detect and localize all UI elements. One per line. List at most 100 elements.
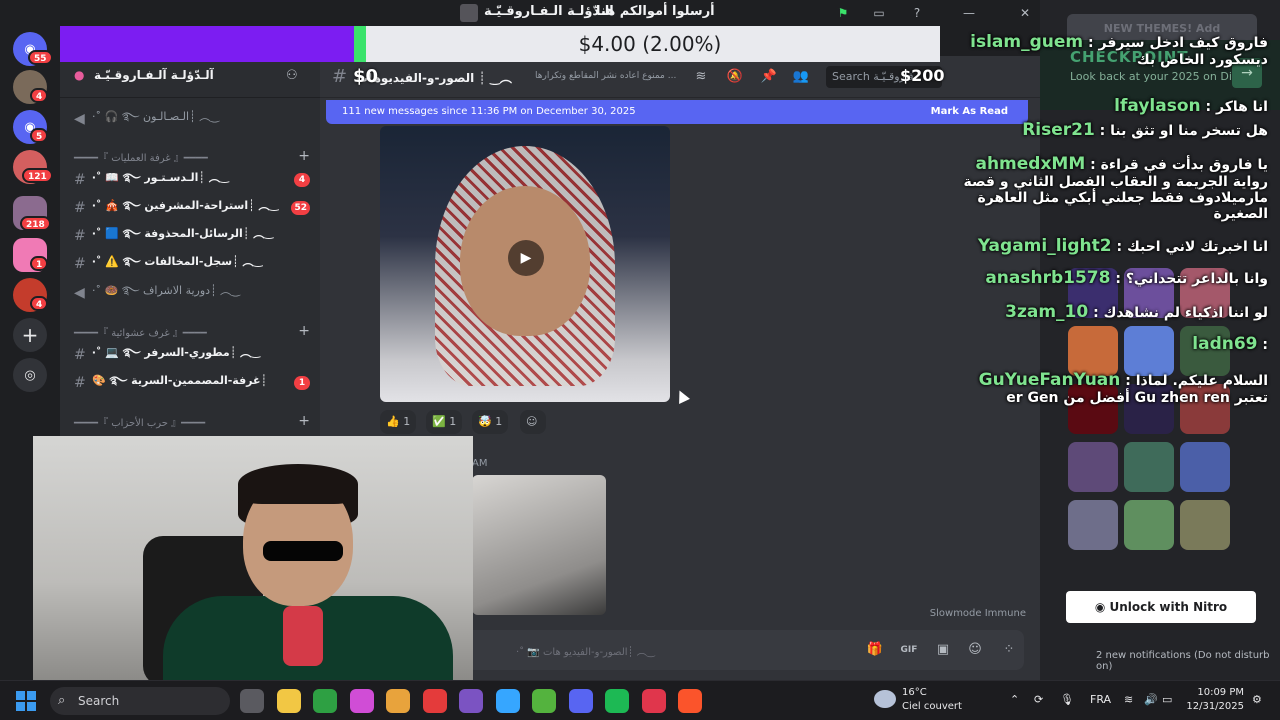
taskbar-app-icon[interactable] bbox=[678, 689, 702, 713]
text-channel[interactable]: # ‿︵ ┊الـدسـتـور ࿐ 📖 ˚‧ 4 bbox=[74, 169, 310, 191]
channel-hash-icon: # bbox=[332, 66, 348, 87]
wifi-icon[interactable]: ≋ bbox=[1124, 693, 1133, 706]
pin-icon[interactable]: 📌 bbox=[760, 68, 778, 86]
theme-swatch[interactable] bbox=[1180, 442, 1230, 492]
volume-icon[interactable]: 🔊 bbox=[1144, 693, 1158, 706]
add-server-icon[interactable]: + bbox=[13, 318, 47, 352]
stream-chat-username: Riser21 bbox=[1022, 120, 1095, 140]
gif-icon[interactable]: GIF bbox=[900, 641, 918, 659]
play-icon[interactable]: ▶ bbox=[508, 240, 544, 276]
slowmode-label: Slowmode Immune bbox=[929, 608, 1026, 619]
channel-category[interactable]: ━━━━『 غرف عشوائية 』━━━━ + bbox=[74, 322, 310, 340]
video-attachment[interactable]: ▶ bbox=[380, 126, 670, 402]
stream-chat-username: GuYueFanYuan bbox=[978, 370, 1121, 390]
channel-topic[interactable]: ممنوع اعاده نشر المقاطع وتكرارها ... bbox=[535, 71, 685, 81]
text-channel[interactable]: # ‿︵ ┊سجل-المخالفات ࿐ ⚠️ ˚‧ bbox=[74, 253, 310, 275]
gift-icon[interactable]: 🎁 bbox=[866, 641, 884, 659]
clock[interactable]: 10:09 PM 12/31/2025 bbox=[1176, 686, 1244, 714]
taskbar-app-icon[interactable] bbox=[641, 689, 666, 713]
members-icon[interactable]: 👥 bbox=[792, 68, 810, 86]
stream-chat-message: ahmedxMM : يا فاروق بدأت في قراءة رواية … bbox=[958, 154, 1269, 222]
text-channel[interactable]: # ‿︵ ┊مطوري-السرفر ࿐ 💻 ˚‧ bbox=[74, 344, 310, 366]
server-badge: 5 bbox=[30, 128, 49, 143]
stream-chat-text: وانا بالداعر تتحداني؟ bbox=[1125, 271, 1268, 287]
sticker-icon[interactable]: ▣ bbox=[934, 641, 952, 659]
channel-badge: 4 bbox=[294, 173, 310, 187]
text-channel[interactable]: # ‿︵ ┊الرسائل-المحذوفة ࿐ 🟦 ˚‧ bbox=[74, 225, 310, 247]
unlock-nitro-button[interactable]: ◉ Unlock with Nitro bbox=[1066, 591, 1256, 623]
taskbar-app-icon[interactable] bbox=[386, 689, 410, 713]
taskbar-app-icon[interactable] bbox=[605, 689, 629, 713]
battery-icon[interactable]: ▭ bbox=[1162, 693, 1172, 706]
help-icon[interactable]: ? bbox=[908, 4, 926, 22]
theme-swatch[interactable] bbox=[1068, 442, 1118, 492]
text-channel[interactable]: # ‿︵ ┊استراحة-المشرفين ࿐ 🎪 ˚‧ 52 bbox=[74, 197, 310, 219]
reaction[interactable]: ✅ 1 bbox=[426, 410, 463, 434]
explore-icon[interactable]: ◎ bbox=[13, 358, 47, 392]
clock-time: 10:09 PM bbox=[1197, 687, 1244, 698]
taskbar-app-icon[interactable] bbox=[313, 689, 337, 713]
notification-icon[interactable]: ⚙ bbox=[1252, 693, 1262, 706]
image-attachment[interactable] bbox=[472, 475, 606, 615]
theme-swatch[interactable] bbox=[1180, 500, 1230, 550]
stream-chat-separator: : bbox=[1120, 373, 1136, 389]
minimize-icon[interactable]: — bbox=[960, 4, 978, 22]
add-member-icon[interactable]: ⚇ bbox=[286, 68, 298, 83]
unlock-nitro-label: Unlock with Nitro bbox=[1109, 600, 1228, 614]
theme-swatch[interactable] bbox=[1124, 442, 1174, 492]
channel-sidebar: ● آلـدّؤلـة آلـفـاروقـيّـة ⚇ ◀ ‿︵ ┊الـصـ… bbox=[60, 56, 320, 436]
taskbar-app-icon[interactable] bbox=[532, 689, 556, 713]
stream-chat-separator: : bbox=[1110, 271, 1126, 287]
server-badge: 121 bbox=[22, 168, 53, 183]
microphone-icon[interactable]: 🎙 bbox=[1060, 693, 1074, 706]
emoji-icon[interactable]: ☺ bbox=[966, 641, 984, 659]
taskbar-app-icon[interactable] bbox=[459, 689, 483, 713]
stream-chat-message: GuYueFanYuan : السلام عليكم. لماذا تعتبر… bbox=[958, 370, 1268, 406]
dm-badge: 4 bbox=[30, 88, 49, 103]
taskbar-app-icon[interactable] bbox=[349, 689, 374, 713]
language-indicator[interactable]: FRA bbox=[1090, 693, 1111, 706]
reaction-count: 1 bbox=[449, 415, 457, 428]
sync-icon[interactable]: ⟳ bbox=[1034, 693, 1043, 706]
new-messages-bar[interactable]: 111 new messages since 11:36 PM on Decem… bbox=[326, 100, 1028, 124]
flag-icon[interactable]: ⚑ bbox=[834, 4, 852, 22]
category-label: ━━━━『 غرفة العمليات 』━━━━ bbox=[74, 152, 208, 164]
channel-category[interactable]: ━━━━『 غرفة العمليات 』━━━━ + bbox=[74, 147, 310, 165]
threads-icon[interactable]: ≋ bbox=[692, 68, 710, 86]
taskbar-search[interactable]: ⌕ Search bbox=[50, 687, 230, 715]
reaction[interactable]: 👍 1 bbox=[380, 410, 417, 434]
reaction-emoji: ✅ bbox=[432, 415, 446, 428]
taskbar-app-icon[interactable] bbox=[495, 689, 520, 713]
mute-icon[interactable]: 🔕 bbox=[726, 68, 744, 86]
stream-chat-message: 3zam_10 : لو اننا اذكياء لم نشاهدك bbox=[1005, 302, 1268, 322]
add-channel-icon[interactable]: + bbox=[298, 148, 310, 164]
theme-swatch[interactable] bbox=[1068, 500, 1118, 550]
channel-label: ‿︵ ┊الـصـالـون ࿐ 🎧 ˚‧ bbox=[92, 109, 220, 123]
inbox-icon[interactable]: ▭ bbox=[870, 4, 888, 22]
voice-channel[interactable]: ◀ ‿︵ ┊دورية الاشراف ࿐ 🍩 ˚‧ bbox=[74, 282, 310, 304]
add-channel-icon[interactable]: + bbox=[298, 413, 310, 429]
add-channel-icon[interactable]: + bbox=[298, 323, 310, 339]
taskbar-app-icon[interactable] bbox=[276, 689, 301, 713]
add-reaction-icon[interactable]: ☺ bbox=[520, 410, 546, 434]
apps-icon[interactable]: ⁘ bbox=[1000, 641, 1018, 659]
taskbar: ⌕ Search 16°C Ciel couvert ⌃ ⟳ 🎙 FRA ≋ 🔊… bbox=[0, 680, 1280, 720]
taskbar-app-icon[interactable] bbox=[422, 689, 447, 713]
taskbar-app-icon[interactable] bbox=[240, 689, 264, 713]
theme-swatch[interactable] bbox=[1124, 500, 1174, 550]
server-badge: 4 bbox=[30, 296, 49, 311]
stream-chat-message: islam_guem : فاروق كيف ادخل سيرفر ديسكور… bbox=[958, 32, 1268, 68]
voice-channel[interactable]: ◀ ‿︵ ┊الـصـالـون ࿐ 🎧 ˚‧ bbox=[74, 108, 310, 130]
channel-category[interactable]: ━━━━『 حرب الأحزاب 』━━━━ + bbox=[74, 412, 310, 430]
server-header[interactable]: ● آلـدّؤلـة آلـفـاروقـيّـة ⚇ bbox=[60, 56, 320, 98]
category-label: ━━━━『 حرب الأحزاب 』━━━━ bbox=[74, 417, 206, 429]
text-channel[interactable]: # ┊غرفة-المصممين-السرية ࿐ 🎨 1 bbox=[74, 372, 310, 394]
start-icon[interactable] bbox=[16, 691, 36, 711]
reaction[interactable]: 🤯 1 bbox=[472, 410, 509, 434]
cloud-icon bbox=[874, 690, 896, 708]
close-icon[interactable]: ✕ bbox=[1016, 4, 1034, 22]
channel-hash-icon: # bbox=[74, 172, 86, 188]
chevron-up-icon[interactable]: ⌃ bbox=[1010, 693, 1019, 706]
taskbar-app-icon[interactable] bbox=[568, 689, 593, 713]
stream-chat-message: ladn69 : bbox=[1192, 334, 1268, 354]
